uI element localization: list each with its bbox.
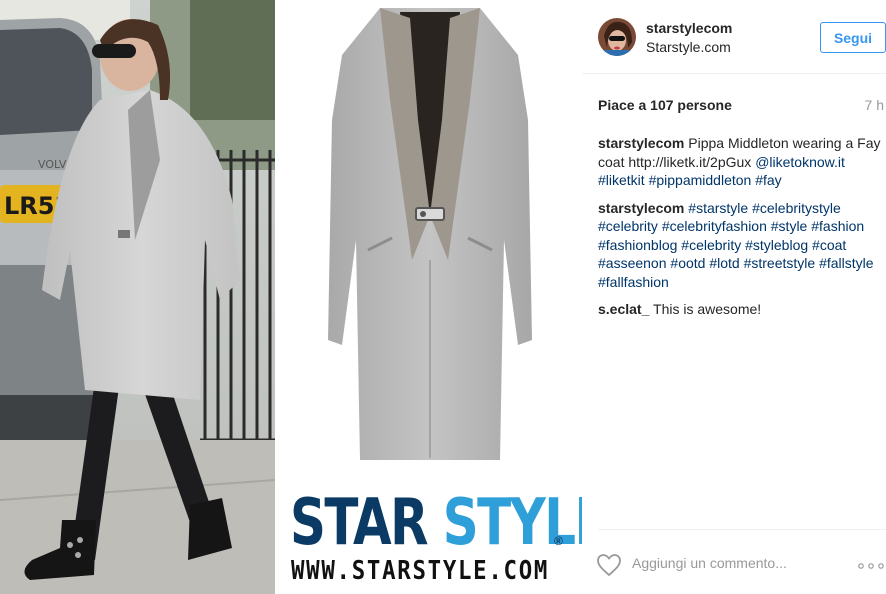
comment-hashtag-link[interactable]: #celebritystyle [752,200,841,216]
comment-hashtag-link[interactable]: #ootd [670,255,705,271]
comment-hashtag-link[interactable]: #streetstyle [744,255,816,271]
comment: starstylecom #starstyle #celebritystyle … [598,199,884,292]
more-options-icon[interactable] [858,563,884,569]
registered-mark: ® [554,534,563,548]
comment-hashtag-link[interactable]: #lotd [709,255,739,271]
comment-input[interactable] [632,552,832,574]
comment-username[interactable]: s.eclat_ [598,301,649,317]
avatar[interactable] [598,18,636,56]
comments-list: starstylecom Pippa Middleton wearing a F… [598,134,884,328]
starstyle-logo: STAR STYLE ® WWW.STARSTYLE.COM [288,486,609,586]
logo-url: WWW.STARSTYLE.COM [291,556,550,586]
post-location[interactable]: Starstyle.com [646,39,731,55]
heart-icon[interactable] [596,553,622,577]
coat-illustration [280,0,580,480]
comment-hashtag-link[interactable]: #coat [812,237,846,253]
car-brand-text: VOLV [38,158,67,171]
likes-row: Piace a 107 persone 7 h [598,97,886,115]
post-header: starstylecom Starstyle.com Segui [582,0,886,74]
post-username[interactable]: starstylecom [646,20,732,36]
avatar-image [598,18,636,56]
comment-hashtag-link[interactable]: #starstyle [688,200,748,216]
post-sidebar: starstylecom Starstyle.com Segui Piace a… [582,0,886,594]
street-photo-illustration: LR53 VOLV [0,0,275,594]
comment-hashtag-link[interactable]: #asseenon [598,255,667,271]
comment-hashtag-link[interactable]: #fallfashion [598,274,669,290]
comment-hashtag-link[interactable]: #styleblog [745,237,808,253]
comment-hashtag-link[interactable]: #fay [755,172,781,188]
comment-hashtag-link[interactable]: #fashion [811,218,864,234]
comment-hashtag-link[interactable]: #celebrity [598,218,658,234]
comment-hashtag-link[interactable]: #liketkit [598,172,645,188]
comment-hashtag-link[interactable]: #celebrityfashion [662,218,767,234]
street-photo: LR53 VOLV [0,0,275,594]
footer-divider [598,529,886,530]
follow-button[interactable]: Segui [820,22,886,53]
comment-username[interactable]: starstylecom [598,135,684,151]
comment-hashtag-link[interactable]: #fashionblog [598,237,677,253]
comment: s.eclat_ This is awesome! [598,300,884,319]
comment-hashtag-link[interactable]: @liketoknow.it [755,154,845,170]
comment: starstylecom Pippa Middleton wearing a F… [598,134,884,190]
likes-count[interactable]: Piace a 107 persone [598,97,732,113]
comment-text: This is awesome! [649,301,762,317]
comment-hashtag-link[interactable]: #style [771,218,808,234]
comment-username[interactable]: starstylecom [598,200,684,216]
coat-product-photo [280,0,580,480]
comment-hashtag-link[interactable]: #fallstyle [819,255,873,271]
comment-hashtag-link[interactable]: #pippamiddleton [649,172,752,188]
post-timestamp[interactable]: 7 h [865,97,884,113]
logo-word-star: STAR [290,486,429,560]
comment-hashtag-link[interactable]: #celebrity [681,237,741,253]
post-footer [582,538,886,594]
post-image[interactable]: LR53 VOLV STAR STYLE ® WWW.STARSTYLE.COM [0,0,609,594]
